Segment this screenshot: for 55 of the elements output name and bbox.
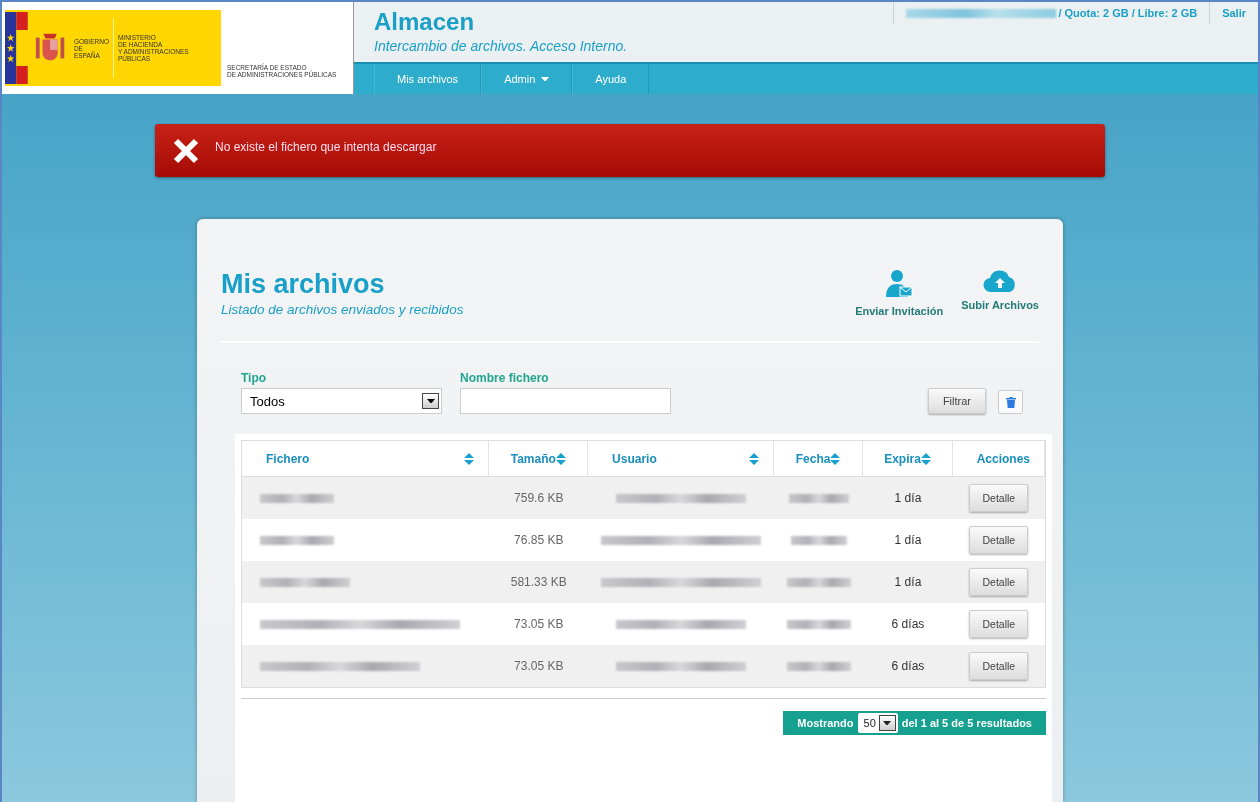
column-header[interactable]: Usuario — [588, 441, 774, 477]
sort-icon[interactable] — [464, 452, 475, 465]
detail-button[interactable]: Detalle — [969, 652, 1029, 680]
table-cell: 73.05 KB — [489, 645, 589, 687]
alert-message: No existe el fichero que intenta descargar — [215, 140, 437, 154]
caret-icon — [883, 720, 892, 726]
column-header: Acciones — [952, 441, 1045, 477]
page-size-select[interactable]: 50 — [857, 713, 898, 733]
table-cell: 6 días — [863, 645, 953, 687]
sort-icon[interactable] — [830, 452, 841, 465]
cloud-upload-icon — [983, 269, 1018, 293]
table-cell: 581.33 KB — [489, 561, 589, 603]
table-cell: 1 día — [863, 477, 953, 519]
action-link[interactable]: Subir Archivos — [961, 269, 1039, 317]
sort-icon[interactable] — [748, 452, 759, 465]
app-title: Almacen — [374, 8, 476, 36]
redacted-date — [786, 577, 851, 587]
redacted-date — [786, 619, 851, 629]
nav-item[interactable]: Mis archivos — [374, 64, 482, 94]
panel-title: Mis archivos — [221, 269, 386, 300]
detail-button[interactable]: Detalle — [969, 526, 1029, 554]
column-header[interactable]: Fecha — [773, 441, 864, 477]
panel-subtitle: Listado de archivos enviados y recibidos — [221, 302, 464, 317]
column-header[interactable]: Tamaño — [489, 441, 589, 477]
column-header[interactable]: Fichero — [242, 441, 490, 477]
type-select[interactable]: Todos — [241, 388, 442, 414]
quota-text: / Quota: 2 GB / Libre: 2 GB — [1058, 7, 1198, 19]
nav-item[interactable]: Admin — [481, 64, 573, 94]
redacted-date — [786, 661, 851, 671]
table-cell: 759.6 KB — [489, 477, 589, 519]
close-icon — [173, 138, 199, 164]
sort-icon[interactable] — [920, 452, 931, 465]
pagination-prefix: Mostrando — [797, 717, 854, 729]
user-mail-icon — [885, 269, 914, 299]
detail-button[interactable]: Detalle — [969, 610, 1029, 638]
column-header[interactable]: Expira — [863, 441, 953, 477]
caret-icon — [541, 76, 550, 82]
filename-input[interactable] — [460, 388, 671, 414]
detail-button[interactable]: Detalle — [969, 484, 1029, 512]
logout-link[interactable]: Salir — [1222, 7, 1246, 19]
caret-icon — [426, 398, 435, 404]
detail-button[interactable]: Detalle — [969, 568, 1029, 596]
nav-item[interactable]: Ayuda — [572, 64, 650, 94]
field-label: Tipo — [241, 371, 268, 385]
sort-icon[interactable] — [555, 452, 566, 465]
redacted-date — [790, 535, 847, 545]
trash-icon — [1005, 396, 1016, 408]
app-subtitle: Intercambio de archivos. Acceso Interno. — [374, 38, 628, 54]
action-link[interactable]: Enviar Invitación — [855, 269, 944, 317]
field-label: Nombre fichero — [460, 371, 550, 385]
redacted-date — [788, 493, 849, 503]
clear-button[interactable] — [998, 390, 1023, 414]
pagination-summary: del 1 al 5 de 5 resultados — [901, 717, 1032, 729]
filter-button[interactable]: Filtrar — [927, 388, 986, 414]
table-cell: 1 día — [863, 561, 953, 603]
